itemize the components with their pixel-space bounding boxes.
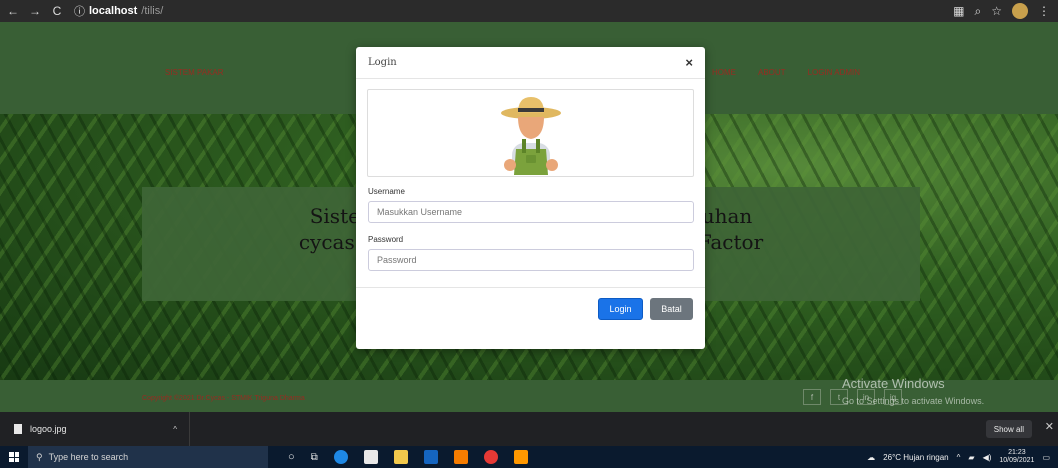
windows-logo-icon [9, 452, 19, 462]
network-icon[interactable]: ▰ [968, 453, 974, 462]
chevron-up-icon[interactable]: ^ [957, 453, 961, 462]
start-button[interactable] [0, 446, 28, 468]
sublime-icon[interactable] [513, 450, 528, 464]
login-modal: Login × Username Password Login Bat [356, 47, 705, 349]
windows-taskbar: ⚲ Type here to search ○ ⧉ ☁ 26°C Hujan r… [0, 446, 1058, 468]
cortana-icon[interactable]: ○ [288, 451, 295, 463]
edge-icon[interactable] [333, 450, 348, 464]
explorer-icon[interactable] [393, 450, 408, 464]
address-bar[interactable]: ⓘ localhost/tilis/ [74, 3, 163, 19]
clock-time: 21:23 [1008, 449, 1026, 456]
xampp-icon[interactable] [453, 450, 468, 464]
file-icon [14, 424, 22, 434]
modal-title: Login [368, 57, 397, 68]
search-icon: ⚲ [36, 451, 43, 462]
close-icon[interactable]: × [685, 55, 693, 70]
password-input[interactable] [368, 249, 694, 271]
clock-date: 10/09/2021 [999, 457, 1035, 464]
back-icon[interactable]: ← [4, 2, 22, 20]
bookmark-star-icon[interactable]: ☆ [991, 4, 1002, 18]
download-filename: logoo.jpg [30, 424, 67, 434]
store-icon[interactable] [363, 450, 378, 464]
weather-icon[interactable]: ☁ [867, 453, 875, 462]
clock[interactable]: 21:23 10/09/2021 [999, 449, 1034, 465]
menu-dots-icon[interactable]: ⋮ [1038, 4, 1050, 18]
farmer-avatar-icon [501, 97, 561, 175]
chrome-icon[interactable] [483, 450, 498, 464]
volume-icon[interactable]: ◀) [983, 453, 992, 462]
taskbar-search[interactable]: ⚲ Type here to search [28, 446, 268, 468]
task-view-icon[interactable]: ⧉ [311, 452, 318, 463]
close-icon[interactable]: ✕ [1045, 420, 1054, 433]
browser-toolbar: ← → C ⓘ localhost/tilis/ ▦ ⌕ ☆ ⋮ [0, 0, 1058, 22]
search-placeholder: Type here to search [48, 452, 129, 462]
info-icon[interactable]: ⓘ [74, 3, 85, 19]
show-all-button[interactable]: Show all [985, 420, 1032, 438]
activate-windows-subtitle: Go to Settings to activate Windows. [842, 396, 985, 406]
weather-text[interactable]: 26°C Hujan ringan [883, 453, 948, 462]
download-shelf: logoo.jpg ^ Show all ✕ [0, 412, 1058, 446]
profile-avatar[interactable] [1012, 3, 1028, 19]
translate-icon[interactable]: ▦ [953, 4, 964, 18]
logo-frame [367, 89, 694, 177]
download-item[interactable]: logoo.jpg ^ [0, 412, 190, 446]
url-host: localhost [89, 5, 138, 17]
web-page: SISTEM PAKAR HOME ABOUT LOGIN ADMIN Sist… [0, 22, 1058, 412]
forward-icon[interactable]: → [26, 2, 44, 20]
url-path: /tilis/ [141, 5, 164, 17]
chevron-up-icon[interactable]: ^ [173, 425, 177, 434]
zoom-icon[interactable]: ⌕ [975, 4, 982, 19]
username-input[interactable] [368, 201, 694, 223]
notification-icon[interactable]: ▭ [1042, 453, 1050, 462]
password-label: Password [368, 235, 404, 244]
modal-header: Login × [356, 47, 705, 79]
modal-footer-divider [356, 287, 705, 288]
system-tray: ☁ 26°C Hujan ringan ^ ▰ ◀) 21:23 10/09/2… [867, 449, 1058, 465]
cancel-button[interactable]: Batal [650, 298, 693, 320]
activate-windows-title: Activate Windows [842, 376, 945, 391]
login-button[interactable]: Login [598, 298, 643, 320]
reload-icon[interactable]: C [48, 2, 66, 20]
username-label: Username [368, 187, 405, 196]
mail-icon[interactable] [423, 450, 438, 464]
pinned-apps: ○ ⧉ [288, 450, 528, 464]
